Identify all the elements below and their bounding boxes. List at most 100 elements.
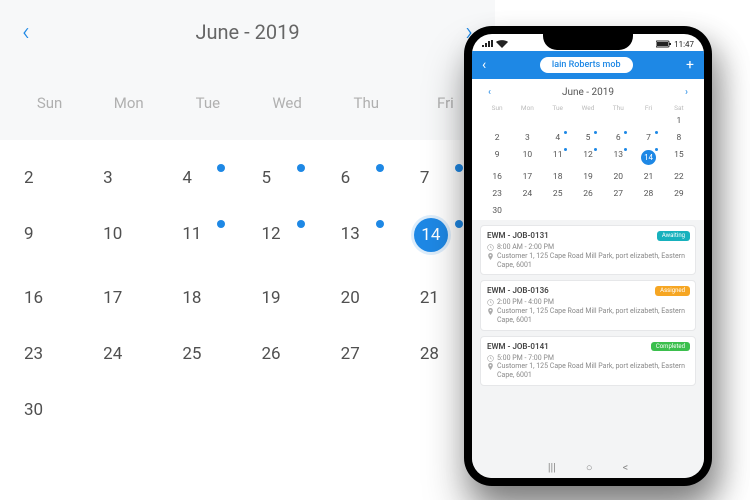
job-time: 5:00 PM - 7:00 PM	[487, 354, 689, 363]
calendar-day	[327, 400, 406, 420]
app-bar: ‹ Iain Roberts mob +	[472, 51, 704, 79]
back-button[interactable]: ‹	[482, 57, 486, 73]
calendar-day[interactable]: 16	[482, 172, 512, 182]
weekday-label: Wed	[247, 94, 326, 112]
status-badge: Awaiting	[657, 231, 690, 241]
calendar-day[interactable]: 4	[543, 133, 573, 143]
event-dot	[655, 131, 658, 134]
calendar-day[interactable]: 26	[247, 344, 326, 364]
calendar-day[interactable]: 24	[512, 189, 542, 199]
calendar-day[interactable]: 10	[512, 150, 542, 165]
calendar-day[interactable]: 5	[573, 133, 603, 143]
job-list: EWM - JOB-01318:00 AM - 2:00 PMCustomer …	[472, 220, 704, 478]
add-button[interactable]: +	[686, 57, 694, 73]
calendar-day[interactable]: 24	[89, 344, 168, 364]
calendar-day[interactable]: 26	[573, 189, 603, 199]
job-card[interactable]: EWM - JOB-01318:00 AM - 2:00 PMCustomer …	[480, 225, 696, 275]
calendar-day[interactable]: 22	[664, 172, 694, 182]
calendar-day[interactable]: 23	[10, 344, 89, 364]
job-location: Customer 1, 125 Cape Road Mill Park, por…	[487, 252, 689, 270]
calendar-day[interactable]: 19	[573, 172, 603, 182]
calendar-day	[247, 400, 326, 420]
calendar-day[interactable]: 16	[10, 288, 89, 308]
event-dot	[655, 148, 658, 151]
calendar-large: ‹ June - 2019 › SunMonTueWedThuFri 23456…	[0, 0, 495, 500]
user-chip[interactable]: Iain Roberts mob	[540, 57, 633, 73]
calendar-day	[573, 116, 603, 126]
job-card[interactable]: EWM - JOB-01362:00 PM - 4:00 PMCustomer …	[480, 280, 696, 330]
calendar-day	[573, 206, 603, 216]
phone-frame: 11:47 ‹ Iain Roberts mob + ‹ June - 2019…	[464, 26, 712, 486]
calendar-day[interactable]: 11	[543, 150, 573, 165]
prev-month-button[interactable]: ‹	[22, 17, 30, 47]
calendar-day[interactable]: 19	[247, 288, 326, 308]
status-time: 11:47	[674, 40, 694, 48]
calendar-day[interactable]: 18	[168, 288, 247, 308]
calendar-day[interactable]: 2	[482, 133, 512, 143]
calendar-day[interactable]: 3	[89, 168, 168, 188]
weekday-label: Mon	[512, 104, 542, 112]
calendar-day[interactable]: 11	[168, 224, 247, 252]
job-location: Customer 1, 125 Cape Road Mill Park, por…	[487, 307, 689, 325]
job-location: Customer 1, 125 Cape Road Mill Park, por…	[487, 362, 689, 380]
calendar-day[interactable]: 25	[168, 344, 247, 364]
wifi-icon	[496, 40, 508, 48]
calendar-day[interactable]: 30	[482, 206, 512, 216]
calendar-day[interactable]: 17	[512, 172, 542, 182]
event-dot	[564, 148, 567, 151]
recent-apps-icon[interactable]: |||	[548, 461, 556, 474]
calendar-day[interactable]: 12	[573, 150, 603, 165]
calendar-day[interactable]: 25	[543, 189, 573, 199]
calendar-day[interactable]: 8	[664, 133, 694, 143]
calendar-day[interactable]: 10	[89, 224, 168, 252]
calendar-day[interactable]: 29	[664, 189, 694, 199]
event-dot	[376, 220, 384, 228]
calendar-day	[603, 206, 633, 216]
back-gesture-icon[interactable]: <	[623, 461, 629, 474]
event-dot	[624, 131, 627, 134]
calendar-day[interactable]: 1	[664, 116, 694, 126]
calendar-day[interactable]: 30	[10, 400, 89, 420]
calendar-day[interactable]: 5	[247, 168, 326, 188]
weekday-label: Sat	[664, 104, 694, 112]
weekday-label: Mon	[89, 94, 168, 112]
event-dot	[217, 164, 225, 172]
prev-month-mini[interactable]: ‹	[488, 87, 491, 98]
calendar-day[interactable]: 18	[543, 172, 573, 182]
calendar-day[interactable]: 6	[603, 133, 633, 143]
calendar-day[interactable]: 17	[89, 288, 168, 308]
calendar-day[interactable]: 28	[633, 189, 663, 199]
calendar-day	[543, 116, 573, 126]
job-card[interactable]: EWM - JOB-01415:00 PM - 7:00 PMCustomer …	[480, 336, 696, 386]
calendar-day[interactable]: 2	[10, 168, 89, 188]
weekday-label: Fri	[633, 104, 663, 112]
calendar-day[interactable]: 20	[327, 288, 406, 308]
calendar-day[interactable]: 13	[327, 224, 406, 252]
calendar-day[interactable]: 12	[247, 224, 326, 252]
calendar-grid: 2345679101112131416171819202123242526272…	[0, 140, 495, 420]
calendar-day[interactable]: 13	[603, 150, 633, 165]
calendar-day[interactable]: 7	[633, 133, 663, 143]
calendar-day[interactable]: 21	[633, 172, 663, 182]
home-icon[interactable]: ○	[586, 461, 593, 474]
calendar-day[interactable]: 15	[664, 150, 694, 165]
calendar-day	[664, 206, 694, 216]
weekday-label: Thu	[327, 94, 406, 112]
weekday-label: Tue	[543, 104, 573, 112]
calendar-day[interactable]: 6	[327, 168, 406, 188]
calendar-day	[543, 206, 573, 216]
calendar-day[interactable]: 9	[482, 150, 512, 165]
next-month-mini[interactable]: ›	[685, 87, 688, 98]
battery-icon	[656, 40, 672, 48]
calendar-day[interactable]: 27	[603, 189, 633, 199]
calendar-day[interactable]: 14	[633, 150, 663, 165]
calendar-day[interactable]: 9	[10, 224, 89, 252]
calendar-day[interactable]: 4	[168, 168, 247, 188]
calendar-day[interactable]: 20	[603, 172, 633, 182]
calendar-day[interactable]: 3	[512, 133, 542, 143]
calendar-day[interactable]: 27	[327, 344, 406, 364]
mini-weekday-header: SunMonTueWedThuFriSat	[482, 104, 694, 112]
event-dot	[217, 220, 225, 228]
calendar-day[interactable]: 23	[482, 189, 512, 199]
job-time: 2:00 PM - 4:00 PM	[487, 298, 689, 307]
